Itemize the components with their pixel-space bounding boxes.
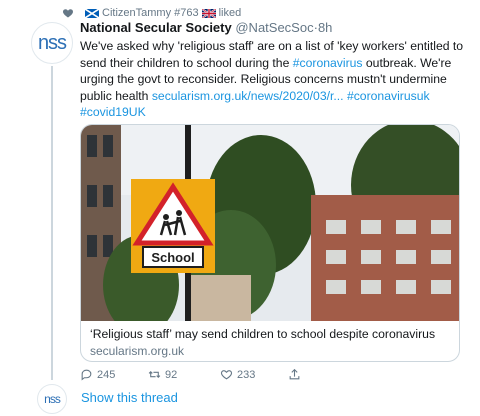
scotland-flag-icon (84, 7, 100, 19)
uk-flag-icon (201, 7, 217, 19)
author-avatar[interactable]: nss (31, 22, 73, 64)
liked-action-text: liked (218, 7, 242, 19)
liked-by-user[interactable]: CitizenTammy #763 (102, 7, 199, 19)
show-thread-link[interactable]: Show this thread (81, 390, 178, 405)
reply-count: 245 (97, 368, 116, 381)
sign-school-text: School (151, 250, 194, 265)
thread-avatar-logo-text: nss (44, 392, 61, 406)
hashtag-coronavirus[interactable]: #coronavirus (293, 56, 363, 70)
card-image: School (81, 125, 459, 321)
share-button[interactable] (288, 368, 305, 381)
reply-button[interactable]: 245 (80, 368, 115, 381)
link-preview-card[interactable]: School ‘Religious staff’ may send childr… (80, 124, 460, 362)
card-title[interactable]: ‘Religious staff’ may send children to s… (90, 327, 435, 341)
tweet-timestamp[interactable]: 8h (318, 20, 332, 35)
author-handle[interactable]: @NatSecSoc (235, 20, 313, 35)
share-icon (289, 368, 300, 380)
reply-icon (81, 369, 92, 381)
thread-connector-line (51, 66, 53, 380)
tweet-text: We've asked why 'religious staff' are on… (80, 38, 472, 121)
retweet-count: 92 (165, 368, 178, 381)
hashtag-covid19uk[interactable]: #covid19UK (80, 105, 146, 119)
like-icon (220, 370, 233, 380)
like-button[interactable]: 233 (220, 368, 255, 381)
avatar-logo-text: nss (37, 31, 67, 54)
tweet-actions: 245 92 233 (80, 368, 340, 384)
tweet-header: National Secular Society @NatSecSoc·8h (80, 20, 332, 35)
hashtag-coronavirusuk[interactable]: #coronavirusuk (347, 89, 430, 103)
heart-icon (63, 9, 73, 18)
thread-avatar[interactable]: nss (37, 384, 67, 414)
social-context: CitizenTammy #763 liked (62, 6, 241, 20)
article-link[interactable]: secularism.org.uk/news/2020/03/r... (152, 89, 344, 103)
like-count: 233 (237, 368, 256, 381)
retweet-icon (148, 371, 161, 378)
retweet-button[interactable]: 92 (148, 368, 177, 381)
author-name[interactable]: National Secular Society (80, 20, 232, 35)
card-domain: secularism.org.uk (90, 344, 185, 358)
